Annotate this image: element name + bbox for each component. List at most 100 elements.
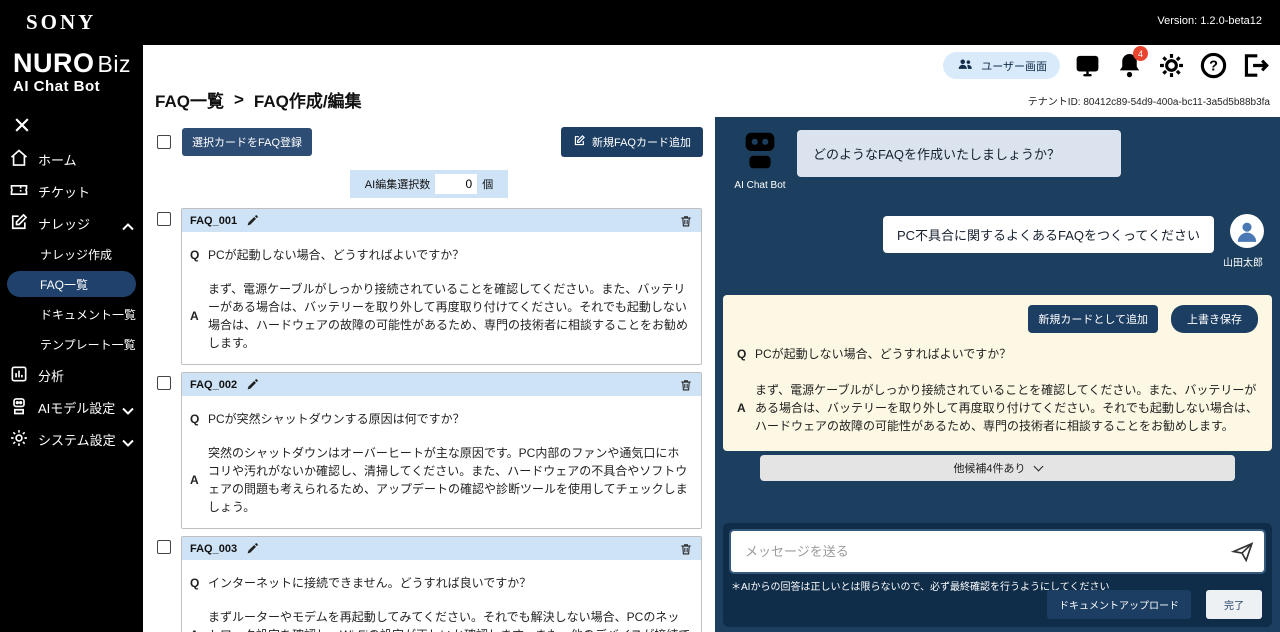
message-input[interactable] xyxy=(731,531,1264,572)
settings-button[interactable] xyxy=(1157,51,1186,80)
done-button[interactable]: 完了 xyxy=(1206,590,1262,619)
logout-button[interactable] xyxy=(1241,51,1270,80)
faq-card-id: FAQ_003 xyxy=(190,542,238,555)
send-button[interactable] xyxy=(1230,539,1255,564)
sidebar-item-knowledge-create[interactable]: ナレッジ作成 xyxy=(0,239,143,269)
faq-controls-row: 選択カードをFAQ登録 新規FAQカード追加 xyxy=(157,127,703,157)
users-icon xyxy=(956,55,974,76)
edit-icon xyxy=(573,134,586,150)
a-label: A xyxy=(190,626,200,632)
sony-logo: SONY xyxy=(26,10,97,34)
notifications-button[interactable]: 4 xyxy=(1115,46,1148,80)
trash-icon[interactable] xyxy=(679,542,693,556)
suggestion-buttons-row: 新規カードとして追加 上書き保存 xyxy=(737,305,1258,333)
faq-card-checkbox[interactable] xyxy=(157,212,171,226)
more-candidates-expander[interactable]: 他候補4件あり xyxy=(760,455,1235,481)
sidebar-subitem-label: FAQ一覧 xyxy=(40,277,89,292)
chart-icon xyxy=(9,364,29,387)
sidebar-item-system-settings[interactable]: システム設定 xyxy=(0,423,143,455)
sidebar-item-template-list[interactable]: テンプレート一覧 xyxy=(0,329,143,359)
robot-avatar-icon xyxy=(737,132,783,177)
content-area: 選択カードをFAQ登録 新規FAQカード追加 AI編集選択数 個 xyxy=(143,117,1280,632)
suggestion-answer-text: まず、電源ケーブルがしっかり接続されていることを確認してください。また、バッテリ… xyxy=(755,383,1258,433)
a-label: A xyxy=(737,401,746,415)
ai-counter-label: AI編集選択数 xyxy=(364,179,431,191)
register-selected-button[interactable]: 選択カードをFAQ登録 xyxy=(182,128,313,156)
faq-card: FAQ_002 Q PCが突然シャットダウンする原因は何ですか？ A 突然のシャ… xyxy=(181,372,702,529)
edit-pencil-icon[interactable] xyxy=(246,542,259,555)
ai-suggestion-card: 新規カードとして追加 上書き保存 Q PCが起動しない場合、どうすればよいですか… xyxy=(723,295,1272,451)
suggestion-question-text: PCが起動しない場合、どうすればよいですか？ xyxy=(755,347,1012,361)
edit-pencil-icon[interactable] xyxy=(246,214,259,227)
sidebar-subitem-label: ドキュメント一覧 xyxy=(40,307,137,322)
breadcrumb-current[interactable]: FAQ一覧 xyxy=(155,87,224,112)
topbar: SONY Version: 1.2.0-beta12 xyxy=(0,0,1280,45)
faq-question-text: PCが起動しない場合、どうすればよいですか？ xyxy=(208,248,465,262)
q-label: Q xyxy=(190,248,200,262)
sidebar-subitem-label: ナレッジ作成 xyxy=(40,247,113,262)
logout-icon xyxy=(1241,54,1270,84)
a-label: A xyxy=(190,309,199,323)
add-faq-card-button[interactable]: 新規FAQカード追加 xyxy=(560,127,703,157)
sidebar-close-button[interactable] xyxy=(12,115,34,137)
chevron-down-icon xyxy=(118,401,134,415)
overwrite-save-button[interactable]: 上書き保存 xyxy=(1171,305,1258,333)
main-area: FAQ一覧 > FAQ作成/編集 ユーザー画面 4 ? テナントID: 8041… xyxy=(143,45,1280,632)
sidebar-item-document-list[interactable]: ドキュメント一覧 xyxy=(0,299,143,329)
sidebar-item-ticket[interactable]: チケット xyxy=(0,175,143,207)
bell-icon xyxy=(1115,54,1144,84)
sidebar-item-label: チケット xyxy=(38,184,91,200)
logo-subtitle: AI Chat Bot xyxy=(13,78,101,96)
sidebar-item-ai-model-settings[interactable]: AIモデル設定 xyxy=(0,391,143,423)
select-all-checkbox[interactable] xyxy=(157,135,171,149)
message-input-wrap xyxy=(731,531,1264,572)
trash-icon[interactable] xyxy=(679,378,693,392)
faq-card-body: Q インターネットに接続できません。どうすれば良いですか？ A まずルーターやモ… xyxy=(182,560,701,632)
ticket-icon xyxy=(9,180,29,203)
user-message-text: PC不具合に関するよくあるFAQをつくってください xyxy=(896,228,1200,243)
svg-text:?: ? xyxy=(1209,59,1218,75)
user-screen-button[interactable]: ユーザー画面 xyxy=(943,52,1060,79)
close-icon xyxy=(12,118,32,139)
help-button[interactable]: ? xyxy=(1199,51,1228,80)
robot-icon xyxy=(9,396,29,419)
ai-chat-panel: AI Chat Bot どのようなFAQを作成いたしましょうか？ PC不具合に関… xyxy=(715,117,1280,632)
faq-answer-text: まずルーターやモデムを再起動してみてください。それでも解決しない場合、PCのネッ… xyxy=(208,610,690,632)
bot-message-text: どのようなFAQを作成いたしましょうか？ xyxy=(813,147,1061,162)
faq-card: FAQ_003 Q インターネットに接続できません。どうすれば良いですか？ まず… xyxy=(181,536,702,632)
bot-message-bubble: どのようなFAQを作成いたしましょうか？ xyxy=(797,130,1121,177)
add-faq-card-label: 新規FAQカード追加 xyxy=(591,137,691,149)
faq-card: FAQ_001 Q PCが起動しない場合、どうすればよいですか？ A まず、電源… xyxy=(181,208,702,365)
chevron-down-icon xyxy=(118,433,134,447)
user-message-bubble: PC不具合に関するよくあるFAQをつくってください xyxy=(882,216,1214,253)
user-name-label: 山田太郎 xyxy=(1223,258,1263,269)
faq-row: FAQ_001 Q PCが起動しない場合、どうすればよいですか？ A まず、電源… xyxy=(157,208,702,365)
faq-card-checkbox[interactable] xyxy=(157,376,171,390)
breadcrumb-separator: > xyxy=(233,89,244,109)
tenant-id-label: テナントID: 80412c89-54d9-400a-bc11-3a5d5b88… xyxy=(1027,97,1270,108)
sidebar-item-knowledge[interactable]: ナレッジ xyxy=(0,207,143,239)
sidebar-item-faq-list[interactable]: FAQ一覧 xyxy=(7,271,136,298)
a-label: A xyxy=(190,473,199,487)
document-upload-button[interactable]: ドキュメントアップロード xyxy=(1047,590,1191,619)
chat-input-area: ＊AIからの回答は正しいとは限らないので、必ず最終確認を行うようにしてください … xyxy=(723,523,1272,627)
monitor-button[interactable] xyxy=(1073,51,1102,80)
chat-footer-buttons: ドキュメントアップロード 完了 xyxy=(1047,590,1262,619)
gear-icon xyxy=(9,428,29,451)
cog-icon xyxy=(1157,54,1186,84)
faq-card-checkbox[interactable] xyxy=(157,540,171,554)
add-as-new-card-button[interactable]: 新規カードとして追加 xyxy=(1028,305,1158,333)
sidebar-item-label: ナレッジ xyxy=(38,216,91,232)
sidebar-item-home[interactable]: ホーム xyxy=(0,143,143,175)
logo-suffix-text: Biz xyxy=(97,51,131,77)
edit-pencil-icon[interactable] xyxy=(246,378,259,391)
breadcrumb-page: FAQ作成/編集 xyxy=(253,92,362,111)
sidebar-item-analytics[interactable]: 分析 xyxy=(0,359,143,391)
sidebar-item-label: 分析 xyxy=(38,368,65,384)
trash-icon[interactable] xyxy=(679,214,693,228)
ai-counter-input[interactable] xyxy=(435,174,478,194)
breadcrumb: FAQ一覧 > FAQ作成/編集 xyxy=(155,87,362,112)
ai-counter-unit: 個 xyxy=(482,179,494,191)
nurobiz-logo: NURO Biz AI Chat Bot xyxy=(0,45,143,95)
knowledge-edit-icon xyxy=(9,212,29,235)
